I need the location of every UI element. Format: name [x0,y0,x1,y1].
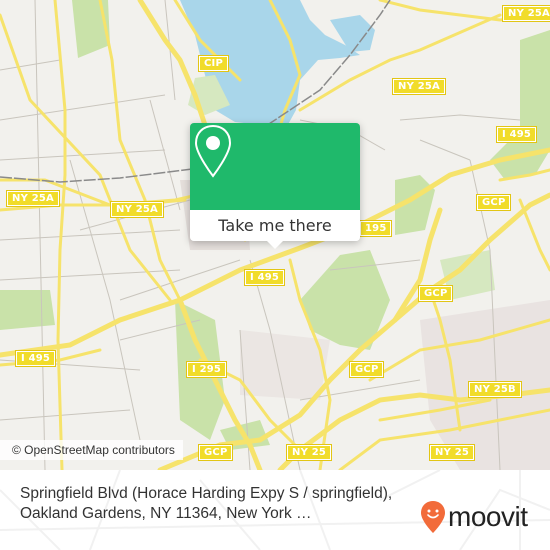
route-shield-ny-25a: NY 25A [392,78,446,95]
route-shield-cip: CIP [198,55,229,72]
park [0,290,55,330]
route-shield-ny-25b: NY 25B [468,381,522,398]
route-shield-i-295: I 295 [185,361,228,378]
route-shield-ny-25: NY 25 [285,444,333,461]
map-attribution[interactable]: © OpenStreetMap contributors [0,440,183,460]
footer: Springfield Blvd (Horace Harding Expy S … [0,470,550,550]
moovit-wordmark: moovit [448,501,528,532]
route-shield-ny-25: NY 25 [428,444,476,461]
route-shield-i-495: I 495 [14,350,57,367]
map-pin-icon [194,124,232,178]
route-shield-gcp: GCP [197,444,234,461]
route-shield-ny-25a: NY 25A [502,5,550,22]
route-shield-i-495: I 495 [495,126,538,143]
location-popup: Take me there [190,123,360,249]
popup-header [190,123,360,210]
moovit-pin-icon [421,501,445,533]
route-shield-gcp: GCP [417,285,454,302]
route-shield-i-495-partial: 195 [358,220,393,237]
route-shield-gcp: GCP [475,194,512,211]
route-shield-ny-25a: NY 25A [6,190,60,207]
route-shield-gcp: GCP [348,361,385,378]
popup-arrow [267,241,283,249]
moovit-logo[interactable]: moovit [420,500,528,534]
route-shield-ny-25a: NY 25A [110,201,164,218]
map[interactable]: NY 25A CIP NY 25A NY 25A NY 25A I 495 GC… [0,0,550,470]
route-shield-i-495: I 495 [243,269,286,286]
take-me-there-button[interactable]: Take me there [190,210,360,241]
address-text: Springfield Blvd (Horace Harding Expy S … [20,485,393,522]
